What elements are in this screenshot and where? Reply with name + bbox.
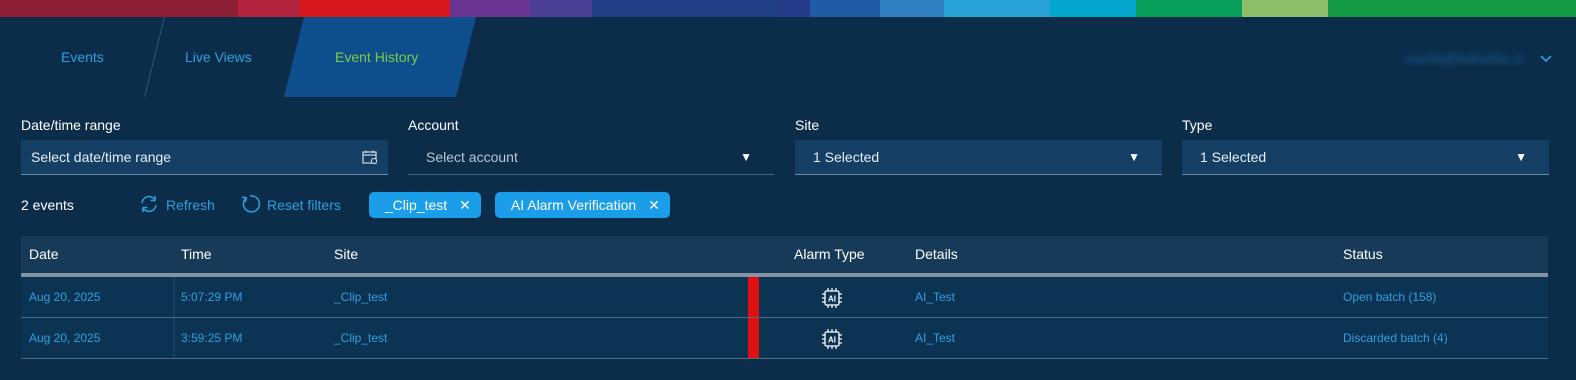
close-icon[interactable]: ✕ xyxy=(459,197,471,214)
column-header-site[interactable]: Site xyxy=(334,236,358,273)
column-header-time[interactable]: Time xyxy=(181,236,212,273)
brand-stripe xyxy=(1136,0,1242,17)
brand-stripe xyxy=(1242,0,1328,17)
tab-live-views[interactable]: Live Views xyxy=(185,17,252,97)
cell-separator xyxy=(173,318,175,358)
account-select-value: Select account xyxy=(426,149,518,165)
refresh-label: Refresh xyxy=(165,197,215,213)
user-menu[interactable]: marilo@kokoriko.cl xyxy=(1405,50,1552,66)
brand-stripe xyxy=(810,0,880,17)
refresh-button[interactable]: Refresh xyxy=(138,193,215,218)
row-date: Aug 20, 2025 xyxy=(29,290,101,304)
brand-stripe xyxy=(238,0,300,17)
table-header: Date Time Site Alarm Type Details Status xyxy=(21,236,1548,277)
filter-chip-site[interactable]: _Clip_test ✕ xyxy=(368,192,481,218)
reset-icon xyxy=(239,193,261,218)
chip-label: _Clip_test xyxy=(384,197,448,213)
row-time: 5:07:29 PM xyxy=(181,290,243,304)
row-time: 3:59:25 PM xyxy=(181,331,243,345)
svg-text:AI: AI xyxy=(828,336,836,345)
brand-stripe xyxy=(780,0,810,17)
filter-chip-type[interactable]: AI Alarm Verification ✕ xyxy=(494,192,670,218)
site-select[interactable]: 1 Selected ▼ xyxy=(795,140,1162,175)
type-filter-label: Type xyxy=(1182,117,1213,133)
row-date: Aug 20, 2025 xyxy=(29,331,101,345)
user-name: marilo@kokoriko.cl xyxy=(1405,50,1524,66)
tab-event-history[interactable]: Event History xyxy=(335,17,418,97)
ai-chip-icon: AI xyxy=(821,287,843,309)
tab-bar: Events Live Views Event History xyxy=(0,17,1576,97)
dropdown-arrow-icon: ▼ xyxy=(1515,150,1527,164)
svg-text:AI: AI xyxy=(828,295,836,304)
date-range-value: Select date/time range xyxy=(31,149,172,165)
results-toolbar: 2 events Refresh Reset filters _Clip_tes… xyxy=(21,192,670,218)
reset-filters-button[interactable]: Reset filters xyxy=(239,193,341,218)
row-details: AI_Test xyxy=(915,290,956,304)
brand-stripe xyxy=(944,0,1050,17)
brand-stripe xyxy=(880,0,944,17)
dropdown-arrow-icon: ▼ xyxy=(740,150,752,164)
chevron-down-icon[interactable] xyxy=(1540,50,1552,66)
column-header-status[interactable]: Status xyxy=(1343,236,1383,273)
table-row[interactable]: Aug 20, 2025 3:59:25 PM _Clip_test AI AI… xyxy=(21,318,1548,359)
row-site: _Clip_test xyxy=(334,290,388,304)
table-row[interactable]: Aug 20, 2025 5:07:29 PM _Clip_test AI AI… xyxy=(21,277,1548,318)
alarm-severity-bar xyxy=(748,277,759,317)
alarm-severity-bar xyxy=(748,318,759,358)
date-filter-label: Date/time range xyxy=(21,117,121,133)
ai-chip-icon: AI xyxy=(821,328,843,350)
column-header-alarm-type[interactable]: Alarm Type xyxy=(794,236,865,273)
date-range-picker[interactable]: Select date/time range xyxy=(21,140,388,175)
refresh-icon xyxy=(138,193,160,218)
account-select[interactable]: Select account ▼ xyxy=(408,140,774,175)
type-select[interactable]: 1 Selected ▼ xyxy=(1182,140,1549,175)
calendar-icon[interactable] xyxy=(362,150,378,168)
dropdown-arrow-icon: ▼ xyxy=(1128,150,1140,164)
brand-stripe xyxy=(530,0,592,17)
account-filter-label: Account xyxy=(408,117,459,133)
reset-filters-label: Reset filters xyxy=(266,197,341,213)
site-filter-label: Site xyxy=(795,117,820,133)
event-count: 2 events xyxy=(21,197,74,213)
row-site: _Clip_test xyxy=(334,331,388,345)
row-details: AI_Test xyxy=(915,331,956,345)
brand-stripe xyxy=(0,0,238,17)
brand-stripe xyxy=(300,0,450,17)
brand-stripe xyxy=(592,0,780,17)
column-header-details[interactable]: Details xyxy=(915,236,958,273)
brand-color-bar xyxy=(0,0,1576,17)
tab-events[interactable]: Events xyxy=(61,17,104,97)
site-select-value: 1 Selected xyxy=(813,149,880,165)
close-icon[interactable]: ✕ xyxy=(648,197,660,214)
type-select-value: 1 Selected xyxy=(1200,149,1267,165)
brand-stripe xyxy=(1050,0,1136,17)
event-history-table: Date Time Site Alarm Type Details Status… xyxy=(21,236,1548,359)
column-header-date[interactable]: Date xyxy=(29,236,59,273)
brand-stripe xyxy=(1328,0,1576,17)
brand-stripe xyxy=(450,0,530,17)
chip-label: AI Alarm Verification xyxy=(510,197,637,213)
cell-separator xyxy=(173,277,175,317)
row-status[interactable]: Discarded batch (4) xyxy=(1343,318,1448,358)
row-status[interactable]: Open batch (158) xyxy=(1343,277,1436,317)
